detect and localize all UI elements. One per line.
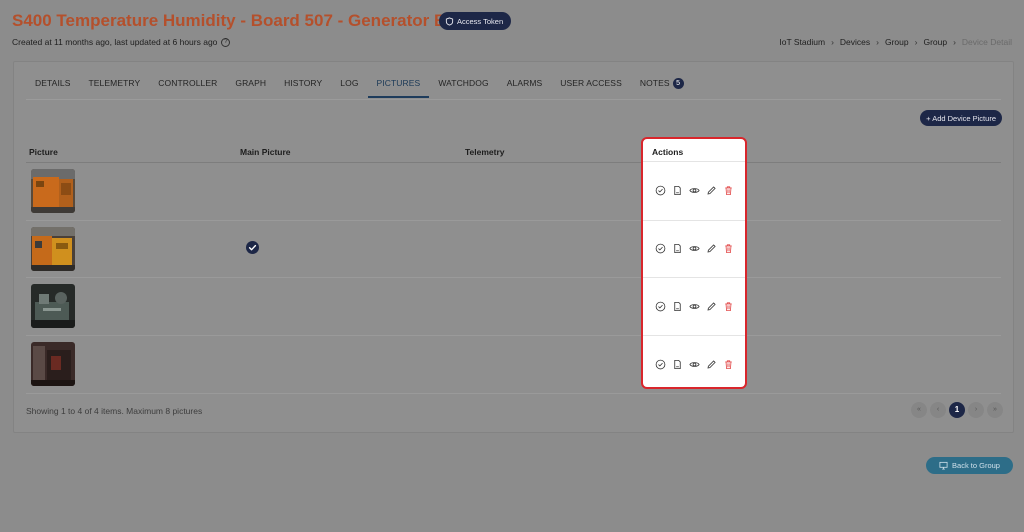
page-title: S400 Temperature Humidity - Board 507 - …	[12, 11, 493, 30]
last-page-button[interactable]: »	[987, 402, 1003, 418]
trash-icon[interactable]	[723, 185, 734, 196]
document-icon[interactable]	[672, 359, 683, 370]
tab-notes[interactable]: NOTES 5	[631, 78, 693, 98]
row-divider	[26, 335, 1001, 336]
actions-divider	[643, 220, 745, 221]
chevron-right-icon: ›	[953, 37, 956, 47]
chevron-right-icon: ›	[876, 37, 879, 47]
tab-graph[interactable]: GRAPH	[226, 78, 275, 98]
tab-pictures[interactable]: PICTURES	[367, 78, 430, 98]
pencil-icon[interactable]	[706, 243, 717, 254]
check-circle-icon[interactable]	[655, 243, 666, 254]
actions-divider	[643, 277, 745, 278]
breadcrumb-item[interactable]: Group	[923, 37, 947, 47]
monitor-icon	[939, 461, 948, 470]
breadcrumb-item[interactable]: IoT Stadium	[779, 37, 825, 47]
breadcrumb-item[interactable]: Group	[885, 37, 909, 47]
breadcrumb: IoT Stadium › Devices › Group › Group › …	[779, 37, 1012, 47]
row-actions	[655, 185, 734, 196]
access-token-button[interactable]: Access Token	[439, 12, 512, 30]
breadcrumb-item[interactable]: Devices	[840, 37, 870, 47]
check-circle-icon[interactable]	[655, 359, 666, 370]
column-header-telemetry: Telemetry	[465, 147, 505, 157]
trash-icon[interactable]	[723, 243, 734, 254]
tab-user-access[interactable]: USER ACCESS	[551, 78, 631, 98]
picture-thumbnail[interactable]	[31, 342, 75, 386]
eye-icon[interactable]	[689, 243, 700, 254]
column-header-main-picture: Main Picture	[240, 147, 291, 157]
page-subtitle: Created at 11 months ago, last updated a…	[12, 37, 231, 47]
back-to-group-label: Back to Group	[952, 461, 1000, 470]
actions-divider	[643, 335, 745, 336]
next-page-button[interactable]: ›	[968, 402, 984, 418]
content-panel: DETAILS TELEMETRY CONTROLLER GRAPH HISTO…	[13, 61, 1014, 433]
shield-icon	[445, 16, 454, 26]
row-divider	[26, 220, 1001, 221]
eye-icon[interactable]	[689, 301, 700, 312]
document-icon[interactable]	[672, 185, 683, 196]
document-icon[interactable]	[672, 243, 683, 254]
eye-icon[interactable]	[689, 359, 700, 370]
chevron-right-icon: ›	[831, 37, 834, 47]
pencil-icon[interactable]	[706, 185, 717, 196]
row-divider	[26, 277, 1001, 278]
picture-thumbnail[interactable]	[31, 284, 75, 328]
row-divider	[26, 393, 1001, 394]
pencil-icon[interactable]	[706, 359, 717, 370]
back-to-group-button[interactable]: Back to Group	[926, 457, 1013, 474]
row-actions	[655, 301, 734, 312]
tab-history[interactable]: HISTORY	[275, 78, 331, 98]
row-actions	[655, 243, 734, 254]
main-picture-check-icon	[246, 241, 259, 254]
tab-details[interactable]: DETAILS	[26, 78, 80, 98]
table-footer-summary: Showing 1 to 4 of 4 items. Maximum 8 pic…	[26, 406, 203, 416]
chevron-right-icon: ›	[914, 37, 918, 47]
check-circle-icon[interactable]	[655, 301, 666, 312]
tab-controller[interactable]: CONTROLLER	[149, 78, 226, 98]
check-circle-icon[interactable]	[655, 185, 666, 196]
pencil-icon[interactable]	[706, 301, 717, 312]
column-header-actions: Actions	[652, 147, 684, 157]
first-page-button[interactable]: «	[911, 402, 927, 418]
device-detail-page: S400 Temperature Humidity - Board 507 - …	[0, 0, 1024, 532]
info-icon[interactable]: ?	[221, 37, 231, 47]
tab-divider	[26, 99, 1001, 100]
access-token-label: Access Token	[457, 16, 504, 26]
tab-alarms[interactable]: ALARMS	[498, 78, 552, 98]
document-icon[interactable]	[672, 301, 683, 312]
timestamps-text: Created at 11 months ago, last updated a…	[12, 37, 218, 47]
tab-bar: DETAILS TELEMETRY CONTROLLER GRAPH HISTO…	[26, 78, 693, 98]
row-actions	[655, 359, 734, 370]
pagination: « ‹ 1 › »	[911, 402, 1003, 418]
eye-icon[interactable]	[689, 185, 700, 196]
column-header-picture: Picture	[29, 147, 58, 157]
tab-telemetry[interactable]: TELEMETRY	[80, 78, 150, 98]
table-header-divider	[26, 162, 1001, 163]
prev-page-button[interactable]: ‹	[930, 402, 946, 418]
tab-watchdog[interactable]: WATCHDOG	[429, 78, 497, 98]
notes-count-badge: 5	[672, 78, 684, 90]
page-button-current[interactable]: 1	[949, 402, 965, 418]
actions-column-highlight: Actions	[641, 137, 747, 389]
tab-notes-label: NOTES	[639, 78, 670, 88]
breadcrumb-current: Device Detail	[961, 37, 1012, 47]
trash-icon[interactable]	[723, 359, 734, 370]
tab-log[interactable]: LOG	[331, 78, 367, 98]
actions-divider	[643, 161, 745, 162]
trash-icon[interactable]	[723, 301, 734, 312]
picture-thumbnail[interactable]	[31, 227, 75, 271]
add-device-picture-button[interactable]: + Add Device Picture	[920, 110, 1002, 126]
picture-thumbnail[interactable]	[31, 169, 75, 213]
